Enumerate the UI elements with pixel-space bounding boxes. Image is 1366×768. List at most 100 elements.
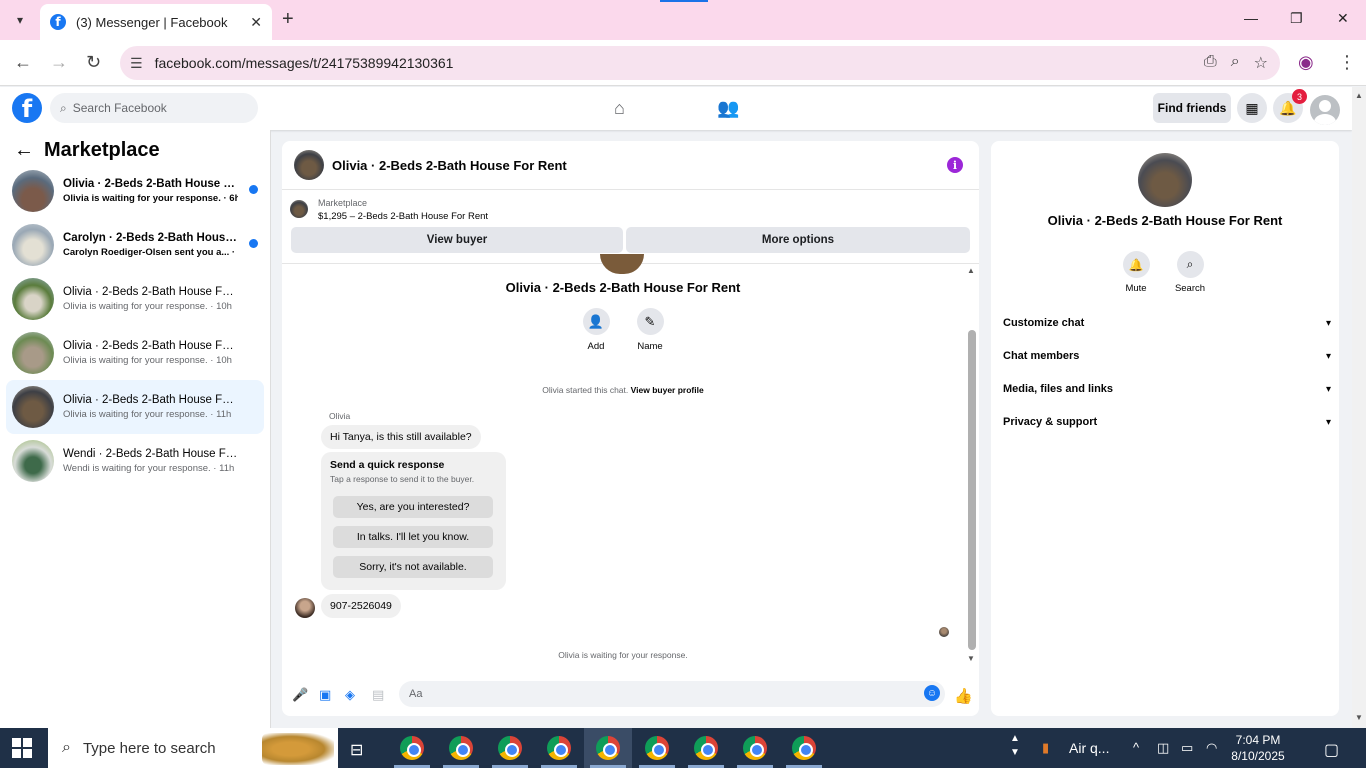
air-quality-label[interactable]: Air q... — [1069, 740, 1109, 756]
chrome-icon[interactable] — [449, 736, 473, 760]
info-icon[interactable]: i — [947, 157, 963, 173]
conversation-item[interactable]: Olivia · 2-Beds 2-Bath House For R... Ol… — [6, 272, 264, 326]
section-label: Customize chat — [1003, 317, 1085, 329]
taskbar-scroll-icon[interactable]: ▲ ▼ — [1010, 732, 1020, 760]
chat-panel: Olivia · 2-Beds 2-Bath House For Rent i … — [282, 141, 979, 716]
sender-avatar[interactable] — [295, 598, 315, 618]
chat-thumbnail[interactable] — [294, 150, 324, 180]
clock-date: 8/10/2025 — [1231, 749, 1285, 763]
tab-close-icon[interactable]: ✕ — [250, 14, 262, 31]
add-action[interactable]: 👤 Add — [571, 308, 621, 352]
zoom-icon[interactable]: ⌕ — [1231, 53, 1240, 73]
page-scroll-up-icon[interactable]: ▲ — [1355, 91, 1363, 100]
window-close-icon[interactable]: ✕ — [1337, 10, 1349, 27]
forward-icon[interactable]: → — [50, 52, 68, 73]
battery-icon[interactable]: ▭ — [1181, 740, 1193, 756]
tray-chevron-icon[interactable]: ^ — [1133, 740, 1139, 755]
browser-tab-bar: ▾ f (3) Messenger | Facebook ✕ + — ❐ ✕ — [0, 0, 1366, 40]
chat-members-row[interactable]: Chat members ▾ — [1003, 345, 1331, 367]
conversation-item[interactable]: Olivia · 2-Beds 2-Bath House For R... Ol… — [6, 326, 264, 380]
chevron-down-icon: ▾ — [1325, 383, 1331, 395]
page-scrollbar[interactable]: ▲ ▼ — [1352, 87, 1366, 728]
new-tab-icon[interactable]: + — [282, 8, 294, 31]
reload-icon[interactable]: ↻ — [86, 52, 101, 73]
chrome-icon[interactable] — [596, 736, 620, 760]
air-quality-icon[interactable]: ▮ — [1042, 740, 1049, 756]
chat-title[interactable]: Olivia · 2-Beds 2-Bath House For Rent — [332, 158, 567, 173]
conversation-snippet: Olivia is waiting for your response. · 1… — [63, 355, 232, 366]
conversation-item-selected[interactable]: Olivia · 2-Beds 2-Bath House For R... Ol… — [6, 380, 264, 434]
sticker-icon[interactable]: ◈ — [345, 687, 355, 703]
home-icon[interactable]: ⌂ — [614, 98, 625, 119]
chrome-icon[interactable] — [792, 736, 816, 760]
name-action[interactable]: ✎ Name — [625, 308, 675, 352]
listing-title[interactable]: $1,295 – 2-Beds 2-Bath House For Rent — [318, 211, 488, 222]
conversation-item[interactable]: Carolyn · 2-Beds 2-Bath House F... Carol… — [6, 218, 264, 272]
more-options-button[interactable]: More options — [626, 227, 970, 253]
quick-response-subtitle: Tap a response to send it to the buyer. — [330, 474, 475, 484]
mute-action[interactable]: 🔔 Mute — [1111, 251, 1161, 294]
chrome-icon[interactable] — [645, 736, 669, 760]
windows-start-icon[interactable] — [12, 738, 32, 758]
windows-taskbar: ⌕ Type here to search ⊟ ▲ ▼ ▮ Air q... ^ … — [0, 728, 1366, 768]
chrome-icon[interactable] — [498, 736, 522, 760]
tab-search-chevron-icon[interactable]: ▾ — [8, 9, 32, 31]
notification-center-icon[interactable]: ▢ — [1324, 740, 1339, 760]
search-action[interactable]: ⌕ Search — [1165, 251, 1215, 294]
conversation-item[interactable]: Wendi · 2-Beds 2-Bath House For ... Wend… — [6, 434, 264, 488]
wifi-icon[interactable]: ◠ — [1206, 740, 1217, 756]
site-settings-icon[interactable]: ☰ — [130, 55, 143, 72]
account-avatar[interactable] — [1310, 95, 1340, 125]
browser-menu-icon[interactable]: ⋮ — [1338, 52, 1356, 73]
facebook-search-input[interactable]: ⌕ Search Facebook — [50, 93, 258, 123]
page-scroll-down-icon[interactable]: ▼ — [1355, 713, 1363, 722]
scroll-thumb[interactable] — [968, 330, 976, 650]
scroll-down-icon[interactable]: ▼ — [967, 654, 975, 663]
url-input[interactable]: ☰ facebook.com/messages/t/24175389942130… — [120, 46, 1280, 80]
chrome-icon[interactable] — [694, 736, 718, 760]
view-buyer-profile-link[interactable]: View buyer profile — [631, 385, 704, 395]
profile-icon[interactable]: ◉ — [1298, 52, 1314, 73]
chrome-icon[interactable] — [547, 736, 571, 760]
menu-grid-icon[interactable]: ▦ — [1237, 93, 1267, 123]
conversation-item[interactable]: Olivia · 2-Beds 2-Bath House For... Oliv… — [6, 164, 264, 218]
section-label: Chat members — [1003, 350, 1080, 362]
microphone-icon[interactable]: 🎤 — [292, 687, 308, 703]
gif-icon[interactable]: ▤ — [372, 687, 384, 703]
tab-indicator — [660, 0, 708, 2]
chrome-icon[interactable] — [400, 736, 424, 760]
back-arrow-icon[interactable]: ← — [14, 139, 34, 162]
bell-icon: 🔔 — [1122, 251, 1150, 278]
back-icon[interactable]: ← — [14, 52, 32, 73]
customize-chat-row[interactable]: Customize chat ▾ — [1003, 312, 1331, 334]
task-view-icon[interactable]: ⊟ — [350, 740, 363, 760]
media-files-links-row[interactable]: Media, files and links ▾ — [1003, 378, 1331, 400]
scroll-up-icon[interactable]: ▲ — [967, 266, 975, 275]
message-bubble: 907-2526049 — [321, 594, 401, 618]
browser-tab[interactable]: f (3) Messenger | Facebook ✕ — [40, 4, 272, 40]
quick-response-button[interactable]: Yes, are you interested? — [333, 496, 493, 518]
view-buyer-button[interactable]: View buyer — [291, 227, 623, 253]
camera-icon[interactable]: ◫ — [1157, 740, 1169, 756]
quick-response-button[interactable]: In talks. I'll let you know. — [333, 526, 493, 548]
install-app-icon[interactable]: ⎙ — [1204, 53, 1217, 73]
find-friends-button[interactable]: Find friends — [1153, 93, 1231, 123]
quick-response-button[interactable]: Sorry, it's not available. — [333, 556, 493, 578]
facebook-logo-icon[interactable]: f — [12, 93, 42, 123]
friends-icon[interactable]: 👥 — [717, 98, 739, 119]
message-input[interactable]: Aa — [399, 681, 945, 707]
like-thumb-icon[interactable]: 👍 — [954, 687, 973, 705]
clock[interactable]: 7:04 PM 8/10/2025 — [1228, 732, 1288, 764]
photo-icon[interactable]: ▣ — [319, 687, 331, 703]
bookmark-star-icon[interactable]: ☆ — [1254, 53, 1268, 73]
chrome-icon[interactable] — [743, 736, 767, 760]
emoji-icon[interactable]: ☺ — [924, 685, 940, 701]
chat-info-photo[interactable] — [1138, 153, 1192, 207]
quick-response-card: Send a quick response Tap a response to … — [321, 452, 506, 590]
conversation-snippet: Olivia is waiting for your response. · 6… — [63, 193, 238, 204]
minimize-icon[interactable]: — — [1244, 10, 1258, 26]
chat-scrollbar[interactable]: ▲ ▼ — [965, 264, 979, 666]
privacy-support-row[interactable]: Privacy & support ▾ — [1003, 411, 1331, 433]
restore-icon[interactable]: ❐ — [1290, 10, 1303, 27]
marketplace-listing-bar: Marketplace $1,295 – 2-Beds 2-Bath House… — [282, 190, 979, 264]
